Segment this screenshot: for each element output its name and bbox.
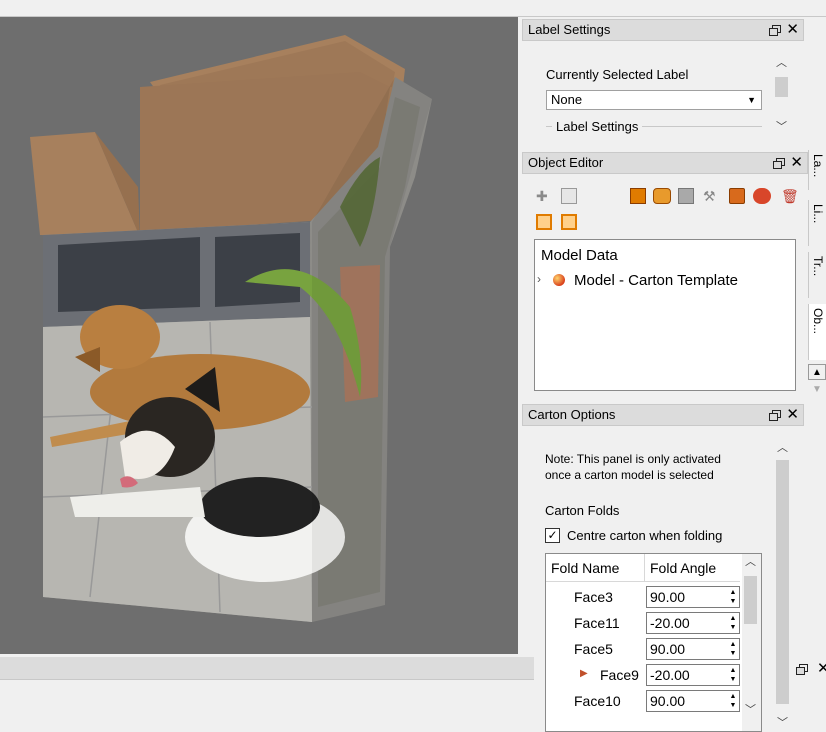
label-settings-scrollbar[interactable]: ︿ ﹀ (773, 55, 790, 137)
selected-label-combobox[interactable]: None ▼ (546, 90, 762, 110)
tab-scroll-down-icon[interactable]: ▼ (808, 382, 826, 398)
fold-name: Face5 (574, 641, 613, 657)
table-row[interactable]: Face5 90.00 ▲ ▼ (546, 636, 740, 662)
scroll-down-icon[interactable]: ﹀ (774, 715, 791, 732)
carton-options-scrollbar[interactable]: ︿ ﹀ (774, 440, 791, 732)
fold-name: Face3 (574, 589, 613, 605)
scroll-down-icon[interactable]: ﹀ (742, 702, 759, 719)
fold-angle-spinbox[interactable]: 90.00 ▲ ▼ (646, 638, 740, 660)
side-tab-lights[interactable]: Li... (808, 200, 826, 246)
group-icon[interactable] (753, 188, 771, 204)
float-window-icon[interactable] (773, 157, 786, 169)
side-tab-label[interactable]: La... (808, 150, 826, 190)
fold-angle-spinbox[interactable]: 90.00 ▲ ▼ (646, 586, 740, 608)
label-settings-title: Label Settings (528, 22, 611, 37)
center-object-icon[interactable] (561, 188, 577, 204)
carton-options-title: Carton Options (528, 407, 616, 422)
tab-scroll-up-icon[interactable]: ▲ (808, 364, 826, 380)
add-child-icon[interactable]: ✚ (536, 188, 552, 204)
fold-name-header[interactable]: Fold Name (546, 554, 645, 582)
tree-root-model-data[interactable]: Model Data (541, 247, 618, 264)
selected-label-value: None (551, 92, 583, 107)
fold-name: Face10 (574, 693, 621, 709)
side-tab-transform[interactable]: Tr... (808, 252, 826, 298)
carton-folds-label: Carton Folds (545, 503, 620, 518)
carton-options-title-bar: Carton Options ✕ (522, 404, 804, 426)
spin-up-icon[interactable]: ▲ (728, 692, 738, 701)
close-icon[interactable]: ✕ (786, 407, 799, 422)
fold-angle-spinbox[interactable]: -20.00 ▲ ▼ (646, 664, 740, 686)
note-line-2: once a carton model is selected (545, 468, 714, 482)
note-line-1: Note: This panel is only activated (545, 452, 721, 466)
fold-table[interactable]: Fold Name Fold Angle Face3 90.00 ▲ ▼ Fac… (545, 553, 762, 732)
scroll-up-icon[interactable]: ︿ (773, 55, 790, 72)
chevron-right-icon[interactable]: › (537, 272, 541, 286)
bottom-dock-title (0, 657, 534, 680)
fold-angle-spinbox[interactable]: -20.00 ▲ ▼ (646, 612, 740, 634)
object-editor-title: Object Editor (528, 155, 604, 170)
scroll-up-icon[interactable]: ︿ (742, 554, 759, 571)
spin-down-icon[interactable]: ▼ (728, 623, 738, 632)
fold-angle-spinbox[interactable]: 90.00 ▲ ▼ (646, 690, 740, 712)
scroll-thumb[interactable] (775, 77, 788, 97)
close-icon[interactable]: ✕ (786, 22, 799, 37)
spin-up-icon[interactable]: ▲ (728, 614, 738, 623)
copy-icon[interactable] (536, 214, 552, 230)
carton-render (30, 35, 432, 622)
float-window-icon[interactable] (769, 409, 782, 421)
spin-up-icon[interactable]: ▲ (728, 588, 738, 597)
centre-carton-checkbox[interactable]: ✓ (545, 528, 560, 543)
add-shape-icon[interactable] (653, 188, 671, 204)
spin-down-icon[interactable]: ▼ (728, 701, 738, 710)
bottom-right-dock-buttons: ✕ (796, 661, 826, 676)
label-settings-title-bar: Label Settings ✕ (522, 19, 804, 41)
spin-down-icon[interactable]: ▼ (728, 649, 738, 658)
table-row[interactable]: ▶ Face9 -20.00 ▲ ▼ (546, 662, 740, 688)
spin-down-icon[interactable]: ▼ (728, 675, 738, 684)
carton-options-note: Note: This panel is only activated once … (545, 451, 721, 483)
add-image-icon[interactable] (678, 188, 694, 204)
paste-icon[interactable] (561, 214, 577, 230)
scroll-up-icon[interactable]: ︿ (774, 440, 791, 457)
3d-viewport[interactable] (0, 17, 518, 654)
fold-angle-header[interactable]: Fold Angle (645, 554, 740, 582)
label-settings-group-title: Label Settings (552, 119, 643, 134)
table-row[interactable]: Face3 90.00 ▲ ▼ (546, 584, 740, 610)
centre-carton-label[interactable]: Centre carton when folding (567, 528, 722, 543)
top-toolbar-strip (0, 0, 826, 17)
scroll-down-icon[interactable]: ﹀ (773, 119, 790, 136)
table-row[interactable]: Face11 -20.00 ▲ ▼ (546, 610, 740, 636)
currently-selected-label-text: Currently Selected Label (546, 67, 689, 82)
tree-item-model[interactable]: Model - Carton Template (574, 272, 738, 289)
chevron-down-icon: ▼ (747, 95, 756, 105)
layers-icon[interactable] (729, 188, 745, 204)
float-window-icon[interactable] (769, 24, 782, 36)
delete-icon[interactable]: 🗑 (781, 188, 799, 204)
close-icon[interactable]: ✕ (817, 661, 826, 676)
table-row[interactable]: Face10 90.00 ▲ ▼ (546, 688, 740, 714)
scroll-thumb[interactable] (744, 576, 757, 624)
object-editor-title-bar: Object Editor ✕ (522, 152, 808, 174)
fold-name: Face9 (600, 667, 639, 683)
add-text-icon[interactable] (630, 188, 646, 204)
expand-arrow-icon[interactable]: ▶ (580, 668, 588, 679)
scroll-thumb[interactable] (776, 460, 789, 704)
spin-down-icon[interactable]: ▼ (728, 597, 738, 606)
spin-up-icon[interactable]: ▲ (728, 640, 738, 649)
model-sphere-icon (553, 274, 565, 286)
float-window-icon[interactable] (796, 663, 808, 675)
spin-up-icon[interactable]: ▲ (728, 666, 738, 675)
model-tree[interactable]: Model Data › Model - Carton Template (534, 239, 796, 391)
wrench-icon[interactable]: ⚒ (703, 188, 719, 204)
close-icon[interactable]: ✕ (790, 155, 803, 170)
side-tab-object[interactable]: Ob... (808, 304, 826, 360)
fold-table-scrollbar[interactable]: ︿ ﹀ (742, 554, 761, 731)
fold-name: Face11 (574, 615, 620, 631)
